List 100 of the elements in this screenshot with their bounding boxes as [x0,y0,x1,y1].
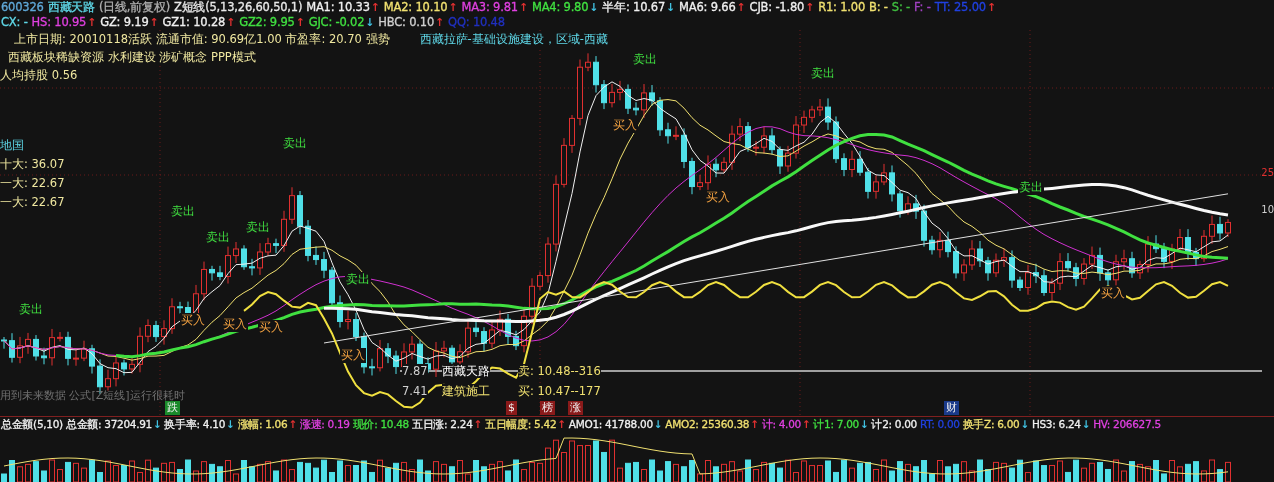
stock-name-text: 建筑施工 [442,384,490,398]
stock-name-text: 西藏天路 [442,364,490,378]
event-marker: 财 [944,401,959,415]
indicator-value: AMO2: 25360.38 [665,418,750,431]
trend-arrow-icon: ↑ [986,1,996,14]
trend-arrow-icon: ↓ [152,418,162,431]
trend-arrow-icon: ↑ [149,16,159,29]
buy-signal-label: 买入 [1100,286,1126,301]
indicator-value: 计2: 0.00 [871,418,917,431]
trend-arrow-icon: ↓ [1020,418,1029,431]
indicator-value: 半年: 10.67 [602,1,666,14]
indicator-value: 总金额: 37204.91 [65,418,152,431]
indicator-value: MA1: 10.33 [306,1,370,14]
indicator-value: HV: 206627.5 [1093,418,1161,431]
holder-ratio-text: 十大: 36.07 [0,157,65,172]
trend-arrow-icon: ↑ [557,418,566,431]
indicator-value: HS: 10.95 [31,16,87,29]
indicator-value: 总金额(5,10) [1,418,63,431]
price-axis-label: 10 [1261,204,1274,215]
trend-arrow-icon: ↓ [653,418,663,431]
holder-ratio-text: 一大: 22.67 [0,195,65,210]
trend-arrow-icon: ↑ [448,1,458,14]
warning-text: 用到未来数据 公式[Z短线]运行很耗时 [0,388,185,402]
indicator-value: R1: 1.00 [818,1,866,14]
trend-arrow-icon: ↓ [365,16,375,29]
indicator-value: 五日幅度: 5.42 [485,418,557,431]
sell-signal-label: 卖出 [1018,180,1044,195]
indicator-value: CJB: -1.80 [749,1,805,14]
holder-title-text: 地国 [0,138,24,153]
sell-signal-label: 卖出 [632,52,658,67]
indicator-value: 600326 [1,1,44,14]
region-info-text: 西藏拉萨-基础设施建设，区域-西藏 [419,32,608,47]
indicator-value: QQ: 10.48 [448,16,505,29]
trend-arrow-icon: ↑ [435,16,445,29]
trend-arrow-icon: ↓ [226,418,235,431]
buy-signal-label: 买入 [612,118,638,133]
sell-signal-label: 卖出 [282,136,308,151]
indicator-value: HS3: 6.24 [1031,418,1081,431]
trend-arrow-icon: ↓ [859,418,869,431]
indicator-value: HBC: 0.10 [378,16,435,29]
buy-signal-label: 买入 [180,313,206,328]
indicator-value: 五日涨: 2.24 [412,418,473,431]
indicator-value: 西藏天路 [47,1,95,14]
trend-arrow-icon: ↓ [666,1,676,14]
indicator-value: GZ2: 9.95 [239,16,295,29]
price-axis-label: 25 [1261,167,1274,178]
trend-arrow-icon: ↑ [295,16,305,29]
trend-arrow-icon: ↑ [87,16,97,29]
indicator-value: AMO1: 41788.00 [568,418,653,431]
trend-arrow-icon: ↑ [736,1,746,14]
trend-arrow-icon: ↑ [473,418,483,431]
indicator-value: 涨幅: 1.06 [237,418,288,431]
sell-signal-label: 卖出 [245,220,271,235]
sell-signal-label: 卖出 [170,204,196,219]
event-marker: 涨 [568,401,583,415]
indicator-value: MA3: 9.81 [461,1,518,14]
order-quote-text: 卖: 10.48--316 [518,364,601,378]
buy-signal-label: 买入 [705,190,731,205]
indicator-value: GZ: 9.19 [100,16,149,29]
indicator-value: 计: 4.00 [761,418,801,431]
trend-arrow-icon: ↑ [370,1,380,14]
sell-signal-label: 卖出 [205,230,231,245]
indicator-value: Z短线(5,13,26,60,50,1) [173,1,303,14]
price-level-text: 7.41 [402,384,428,398]
indicator-value: (日线,前复权) [98,1,170,14]
indicator-value: TT: 25.00 [934,1,986,14]
indicator-value: 换手Z: 6.00 [962,418,1020,431]
indicator-value: 换手率: 4.10 [164,418,225,431]
indicator-value: 现价: 10.48 [352,418,409,431]
indicator-value: GJC: -0.02 [308,16,365,29]
trend-arrow-icon: ↑ [805,1,815,14]
indicator-value: MA4: 9.80 [531,1,589,14]
holder-ratio-text: 一大: 22.67 [0,176,65,191]
trend-arrow-icon: ↑ [288,418,297,431]
event-marker: 跌 [165,401,180,415]
sell-signal-label: 卖出 [810,66,836,81]
trend-arrow-icon: ↓ [589,1,599,14]
listing-info-text: 上市日期: 20010118活跃 流通市值: 90.69亿1.00 市盈率: 20.70 强势 [14,32,390,47]
trend-arrow-icon: ↓ [1081,418,1091,431]
concepts-text: 西藏板块稀缺资源 水利建设 涉矿概念 PPP模式 [8,50,256,65]
price-level-text: 7.87 [402,364,428,378]
event-marker: $ [506,401,517,415]
trend-arrow-icon: ↑ [750,418,759,431]
trend-arrow-icon: ↑ [226,16,236,29]
buy-signal-label: 买入 [340,348,366,363]
indicator-value: GZ1: 10.28 [162,16,226,29]
trend-arrow-icon: ↑ [518,1,528,14]
sell-signal-label: 卖出 [18,302,44,317]
indicator-value: B: - [869,1,888,14]
buy-signal-label: 买入 [222,317,248,332]
indicator-value: S: - [891,1,910,14]
sell-signal-label: 卖出 [345,272,371,287]
indicator-value: CX: - [1,16,28,29]
order-quote-text: 买: 10.47--177 [518,384,601,398]
indicator-value: RT: 0.00 [920,418,960,431]
indicator-value: MA2: 10.10 [383,1,448,14]
indicator-value: 计1: 7.00 [813,418,859,431]
trend-arrow-icon: ↑ [801,418,811,431]
indicator-value: 涨速: 0.19 [299,418,350,431]
event-marker: 榜 [540,401,555,415]
